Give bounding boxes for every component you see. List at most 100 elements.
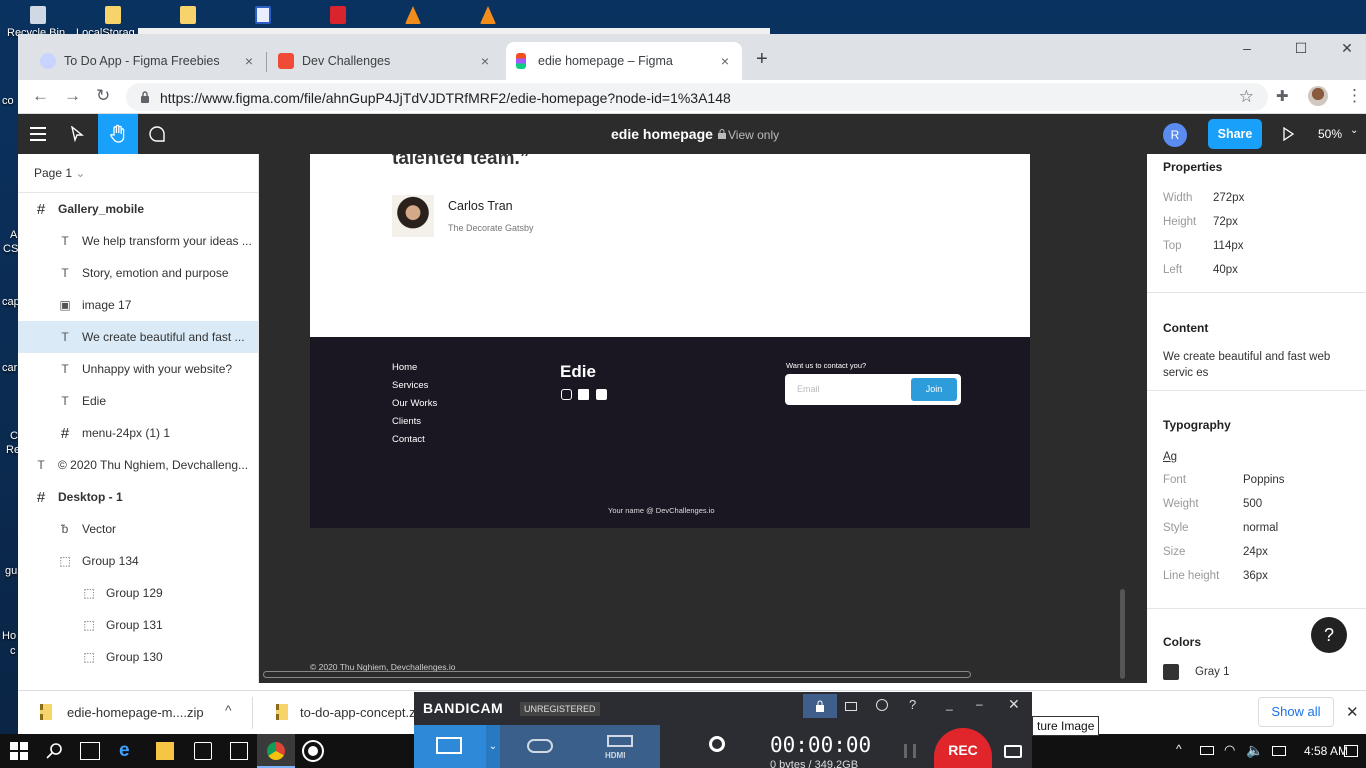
webcam-icon[interactable] [709,736,725,752]
bookmark-star-icon[interactable]: ☆ [1239,87,1254,107]
layer-item[interactable]: T Unhappy with your website? [18,353,258,385]
task-view-icon[interactable] [80,742,100,760]
layer-item[interactable]: ⬚ Group 131 [18,609,258,641]
layer-item[interactable]: T We create beautiful and fast ... [18,321,258,353]
chrome-icon[interactable] [267,742,285,760]
footer-link-contact[interactable]: Contact [392,434,425,445]
app-icon[interactable] [230,742,248,760]
comment-tool-icon[interactable] [148,125,166,143]
profile-avatar[interactable] [1308,86,1328,106]
minimize-icon[interactable]: _ [946,697,953,711]
chevron-down-icon[interactable]: ⌄ [1350,125,1358,136]
layer-item[interactable]: ⬚ Group 134 [18,545,258,577]
user-avatar[interactable]: R [1163,123,1187,147]
omnibox[interactable]: https://www.figma.com/file/ahnGupP4JjTdV… [126,83,1268,111]
tab-edie-homepage[interactable]: edie homepage – Figma × [506,42,742,80]
layer-item[interactable]: ⬚ Group 130 [18,641,258,673]
chevron-up-icon[interactable]: ^ [225,702,232,718]
forward-button[interactable]: → [64,86,81,106]
footer-link-services[interactable]: Services [392,380,428,391]
recycle-bin-icon[interactable] [30,6,46,24]
main-menu-icon[interactable] [30,127,46,141]
keyboard-icon[interactable] [1272,746,1286,756]
lock-button[interactable] [803,694,837,718]
maximize-button[interactable]: ☐ [1278,40,1324,57]
twitter-icon[interactable] [596,389,607,400]
rec-button[interactable]: REC [934,728,992,768]
folder-icon[interactable] [180,6,196,24]
join-button[interactable]: Join [911,378,957,401]
search-icon[interactable] [46,742,64,760]
record-app-icon[interactable] [304,742,322,760]
vertical-scrollbar[interactable] [1120,589,1125,679]
clock-time[interactable]: 4:58 AM [1304,744,1348,758]
close-tab-icon[interactable]: × [478,53,492,69]
edge-icon[interactable]: e [119,741,137,760]
layer-item[interactable]: ᵬ Vector [18,513,258,545]
figma-canvas[interactable]: talented team.” Carlos Tran The Decorate… [259,154,1131,683]
page-selector[interactable]: Page 1 ⌄ [34,166,85,180]
layer-item[interactable]: # menu-24px (1) 1 [18,417,258,449]
hand-tool-button[interactable] [98,114,138,154]
layer-item[interactable]: T Story, emotion and purpose [18,257,258,289]
email-input[interactable]: Email Join [785,374,961,405]
linkedin-icon[interactable] [578,389,589,400]
zip-file-icon [276,704,288,720]
store-icon[interactable] [194,742,212,760]
layer-item[interactable]: T © 2020 Thu Nghiem, Devchalleng... [18,449,258,481]
close-tab-icon[interactable]: × [718,53,732,69]
reload-button[interactable]: ↻ [96,86,110,106]
layer-item[interactable]: # Desktop - 1 [18,481,258,513]
document-icon[interactable] [255,6,271,24]
download-item-name[interactable]: to-do-app-concept.z [300,705,416,720]
tab-dev-challenges[interactable]: Dev Challenges × [268,42,502,80]
zoom-level[interactable]: 50% [1318,127,1342,141]
present-play-icon[interactable] [1282,127,1294,141]
notifications-icon[interactable] [1344,745,1358,757]
footer-link-our-works[interactable]: Our Works [392,398,437,409]
close-icon[interactable]: ✕ [1008,696,1020,713]
chrome-menu-icon[interactable]: ⋮ [1346,86,1363,106]
show-all-button[interactable]: Show all [1258,697,1334,727]
mode-dropdown-button[interactable]: ⌄ [486,725,500,768]
help-icon[interactable]: ? [909,697,916,712]
minimize-button[interactable]: – [1224,40,1270,56]
pdf-icon[interactable] [330,6,346,24]
layer-item[interactable]: ⬚ Group 129 [18,577,258,609]
footer-link-home[interactable]: Home [392,362,417,373]
close-tab-icon[interactable]: × [242,53,256,69]
layer-item[interactable]: # Gallery_mobile [18,193,258,225]
help-button[interactable]: ? [1311,617,1347,653]
windows-start-icon[interactable] [10,742,28,760]
tab-todo-app[interactable]: To Do App - Figma Freebies × [30,42,266,80]
share-button[interactable]: Share [1208,119,1262,149]
close-window-button[interactable]: ✕ [1324,40,1366,57]
footer-link-clients[interactable]: Clients [392,416,421,427]
folder-icon[interactable] [105,6,121,24]
layer-item[interactable]: T Edie [18,385,258,417]
device-mode-button[interactable]: HDMI [580,725,660,768]
layer-item[interactable]: ▣ image 17 [18,289,258,321]
hdmi-label: HDMI [605,751,626,760]
pause-icon[interactable] [904,744,916,758]
download-item-name[interactable]: edie-homepage-m....zip [67,705,204,720]
camera-icon[interactable] [1004,745,1022,758]
screen-mode-button[interactable] [414,725,486,768]
back-button[interactable]: ← [32,86,49,106]
instagram-icon[interactable] [561,389,572,400]
volume-icon[interactable]: 🔈 [1246,742,1264,760]
file-explorer-icon[interactable] [156,742,174,760]
collapse-icon[interactable]: – [976,697,983,711]
extensions-icon[interactable]: ✚ [1276,87,1289,105]
move-tool-icon[interactable] [70,126,84,142]
tray-chevron-icon[interactable]: ^ [1176,742,1182,756]
layer-item[interactable]: T We help transform your ideas ... [18,225,258,257]
properties-title: Properties [1163,160,1223,174]
clock-icon[interactable] [876,699,888,711]
close-downloads-icon[interactable]: ✕ [1346,703,1359,721]
folder-icon[interactable] [845,702,857,711]
wifi-icon[interactable]: ◠ [1224,742,1242,760]
game-mode-button[interactable] [500,725,580,768]
new-tab-button[interactable]: + [756,48,768,71]
horizontal-scrollbar[interactable] [263,671,971,678]
